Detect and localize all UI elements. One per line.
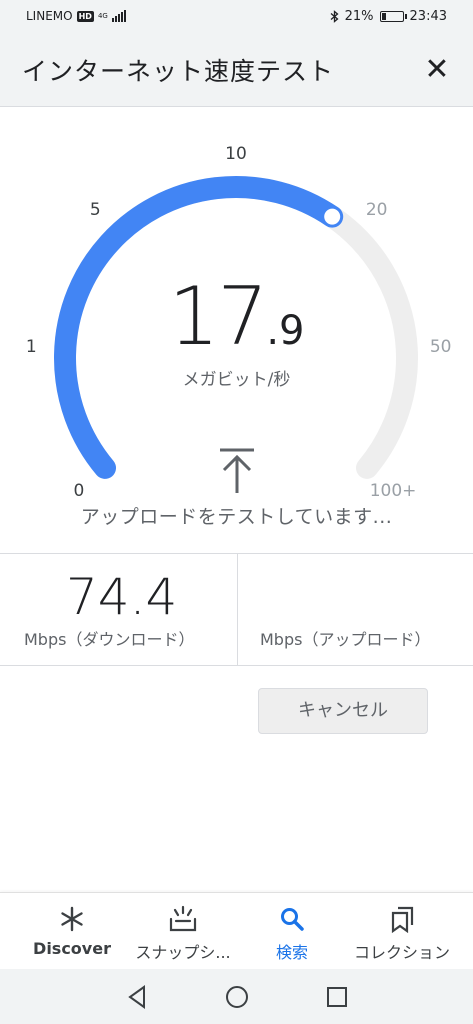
speed-unit: メガビット/秒 [182, 370, 291, 390]
test-status: アップロードをテストしています... [80, 506, 393, 528]
status-left: LINEMO HD 4G [26, 9, 126, 23]
hd-badge: HD [76, 10, 94, 22]
battery-level [381, 13, 386, 20]
status-bar: LINEMO HD 4G 21% 23:43 [0, 0, 473, 34]
title-bar: インターネット速度テスト ✕ [0, 34, 473, 107]
cancel-button[interactable]: キャンセル [258, 688, 428, 734]
signal-icon [111, 10, 126, 22]
gauge-label-10: 10 [225, 144, 247, 164]
search-icon [281, 908, 304, 931]
speed-decimal: .9 [266, 308, 305, 354]
clock: 23:43 [409, 9, 447, 24]
close-button[interactable]: ✕ [419, 52, 455, 88]
download-result: 74.4 Mbps（ダウンロード） [0, 554, 238, 665]
network-type: 4G [97, 11, 108, 20]
upload-label: Mbps（アップロード） [260, 630, 431, 649]
collections-icon [391, 906, 414, 933]
bottom-nav: Discover スナップシ... 検索 コレクション [0, 892, 473, 970]
upload-result: Mbps（アップロード） [238, 554, 473, 665]
battery-percent: 21% [344, 9, 374, 24]
nav-search[interactable]: 検索 [254, 903, 330, 963]
battery-icon [379, 11, 407, 22]
download-label: Mbps（ダウンロード） [24, 630, 195, 649]
system-nav-bar [0, 969, 473, 1024]
upload-icon [220, 448, 254, 493]
nav-discover[interactable]: Discover [28, 903, 116, 958]
nav-collections[interactable]: コレクション [344, 903, 460, 963]
carrier-name: LINEMO [26, 9, 73, 23]
speed-integer: 17 [168, 270, 269, 363]
gauge-indicator [322, 206, 343, 227]
asterisk-icon [61, 906, 83, 932]
snapshot-icon [169, 905, 197, 932]
gauge-label-0: 0 [74, 481, 85, 501]
home-button[interactable] [224, 984, 250, 1010]
nav-snapshot-label: スナップシ... [135, 943, 231, 962]
bluetooth-icon [330, 10, 339, 23]
nav-discover-label: Discover [33, 939, 111, 958]
gauge-label-20: 20 [366, 200, 388, 220]
gauge-label-5: 5 [90, 200, 101, 220]
gauge-label-100plus: 100+ [370, 481, 417, 501]
nav-snapshot[interactable]: スナップシ... [128, 903, 238, 963]
speed-readout: 17.9 [0, 270, 473, 363]
nav-search-label: 検索 [275, 943, 308, 962]
status-right: 21% 23:43 [330, 9, 447, 24]
results-panel: 74.4 Mbps（ダウンロード） Mbps（アップロード） [0, 553, 473, 666]
nav-collections-label: コレクション [353, 943, 450, 962]
close-icon: ✕ [424, 52, 450, 87]
back-button[interactable] [124, 984, 150, 1010]
download-value: 74.4 [66, 568, 178, 626]
recents-button[interactable] [324, 984, 350, 1010]
page-title: インターネット速度テスト [22, 57, 335, 86]
